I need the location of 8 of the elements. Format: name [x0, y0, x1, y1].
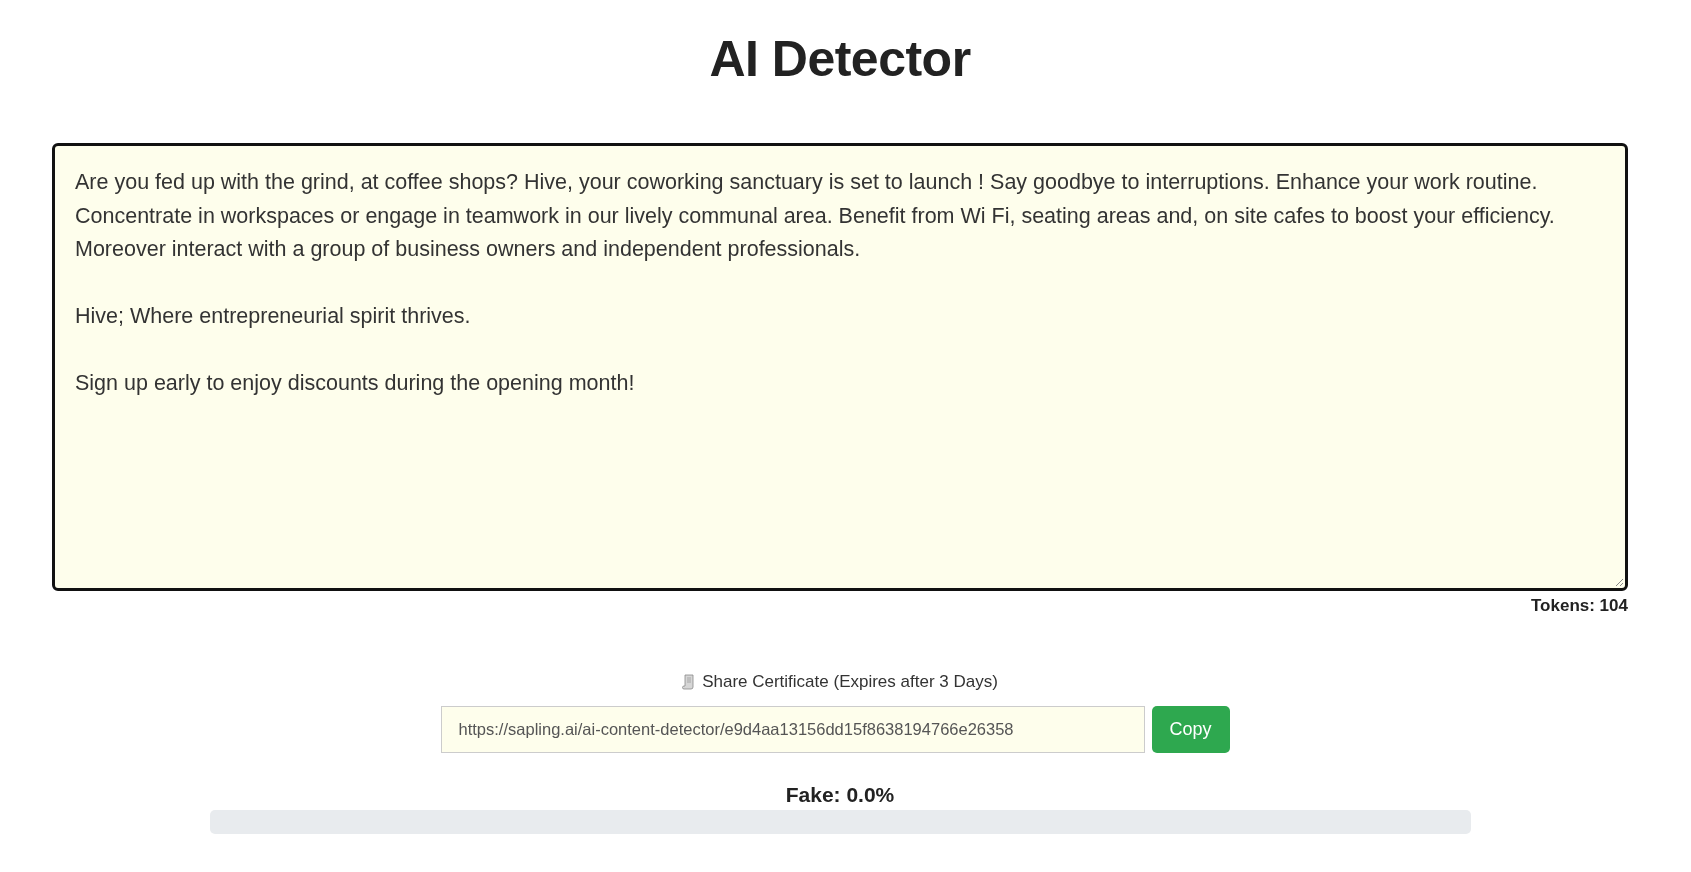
page-title: AI Detector: [709, 30, 971, 88]
token-count: Tokens: 104: [1531, 596, 1628, 616]
text-input-area[interactable]: Are you fed up with the grind, at coffee shops? Hive, your coworking sanctuary is set to launch ! Say goodbye to interruptions. Enhance your work routine. Concentrate in workspaces or engage in teamwork in our lively communal area. Benefit from Wi Fi, seating areas and, on site cafes to boost your efficiency. Moreover interact with a group of business owners and independent professionals. Hive; Where entrepreneurial spirit thrives. Sign up early to enjoy discounts during the opening month!: [52, 143, 1628, 591]
url-field[interactable]: https://sapling.ai/ai-content-detector/e9d4aa13156dd15f8638194766e26358: [440, 706, 1145, 753]
resize-handle-icon[interactable]: [1615, 578, 1624, 587]
share-certificate-label: Share Certificate (Expires after 3 Days): [702, 672, 998, 692]
scroll-icon: [682, 674, 695, 690]
fake-score: Fake: 0.0%: [785, 783, 895, 807]
